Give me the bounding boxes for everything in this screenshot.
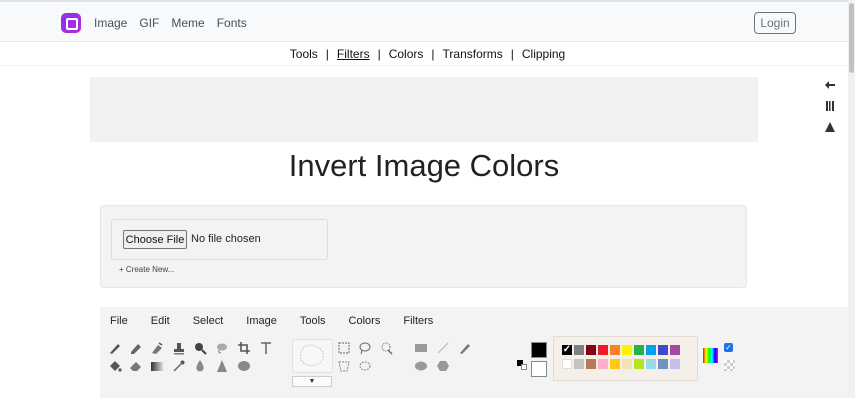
brush-icon[interactable] xyxy=(108,341,122,355)
lasso-fill-icon[interactable] xyxy=(215,341,229,355)
image-logo-icon[interactable] xyxy=(61,13,81,33)
palette-color-cell[interactable] xyxy=(658,345,668,355)
subnav-colors[interactable]: Colors xyxy=(389,47,424,61)
smudge-icon[interactable] xyxy=(237,359,251,373)
page-scrollbar[interactable] xyxy=(848,0,855,398)
palette-color-cell[interactable] xyxy=(622,359,632,369)
rectangle-shape-icon[interactable] xyxy=(414,341,428,355)
palette-color-cell[interactable] xyxy=(622,345,632,355)
main-nav: Image GIF Meme Fonts xyxy=(94,16,247,30)
selected-check-icon: ✓ xyxy=(562,344,572,355)
menu-edit[interactable]: Edit xyxy=(151,315,170,327)
menu-colors[interactable]: Colors xyxy=(349,315,381,327)
palette-color-cell[interactable] xyxy=(658,359,668,369)
expand-options-button[interactable]: ▼ xyxy=(292,376,332,387)
palette-color-cell[interactable]: ✓ xyxy=(562,345,572,355)
clone-stamp-icon[interactable] xyxy=(172,341,186,355)
pencil-icon[interactable] xyxy=(129,341,143,355)
nav-fonts[interactable]: Fonts xyxy=(217,16,247,30)
ad-banner-placeholder xyxy=(90,77,758,142)
subnav-tools[interactable]: Tools xyxy=(290,47,318,61)
pen-shape-icon[interactable] xyxy=(458,341,472,355)
subnav-separator: | xyxy=(510,47,514,61)
editor-menubar: File Edit Select Image Tools Colors Filt… xyxy=(100,307,855,335)
barcode-icon[interactable] xyxy=(823,100,837,121)
eraser-icon[interactable] xyxy=(129,359,143,373)
nav-gif[interactable]: GIF xyxy=(139,16,159,30)
ellipse-shape-icon[interactable] xyxy=(414,359,428,373)
palette-color-cell[interactable] xyxy=(646,359,656,369)
color-palette: ✓ xyxy=(553,336,698,381)
color-picker-icon[interactable] xyxy=(172,359,186,373)
undo-icon[interactable] xyxy=(823,79,837,100)
menu-image[interactable]: Image xyxy=(246,315,277,327)
triangle-icon[interactable] xyxy=(823,121,837,142)
menu-filters[interactable]: Filters xyxy=(403,315,433,327)
image-editor: File Edit Select Image Tools Colors Filt… xyxy=(100,307,855,398)
palette-color-cell[interactable] xyxy=(562,359,572,369)
login-button[interactable]: Login xyxy=(754,12,796,34)
polygon-shape-icon[interactable] xyxy=(436,359,450,373)
palette-color-cell[interactable] xyxy=(634,359,644,369)
palette-color-cell[interactable] xyxy=(610,345,620,355)
scrollbar-thumb[interactable] xyxy=(849,3,854,73)
secondary-color-swatch[interactable] xyxy=(531,361,547,377)
transparent-color-icon[interactable] xyxy=(724,360,735,371)
palette-checkbox[interactable]: ✓ xyxy=(724,343,733,352)
brush-shape-preview[interactable] xyxy=(292,339,333,373)
palette-color-cell[interactable] xyxy=(598,359,608,369)
palette-color-cell[interactable] xyxy=(610,359,620,369)
file-status: No file chosen xyxy=(191,233,261,245)
subnav-transforms[interactable]: Transforms xyxy=(443,47,503,61)
palette-color-cell[interactable] xyxy=(574,359,584,369)
paint-bucket-icon[interactable] xyxy=(108,359,122,373)
blob-shape-icon xyxy=(299,344,325,367)
choose-file-button[interactable]: Choose File xyxy=(123,230,187,249)
ellipse-select-icon[interactable] xyxy=(358,359,372,373)
rect-select-icon[interactable] xyxy=(337,341,351,355)
magic-wand-icon[interactable] xyxy=(379,341,393,355)
crop-icon[interactable] xyxy=(237,341,251,355)
secondary-color-mini[interactable] xyxy=(521,364,527,370)
gradient-icon[interactable] xyxy=(150,359,164,373)
subnav-separator: | xyxy=(325,47,329,61)
palette-color-cell[interactable] xyxy=(586,345,596,355)
category-nav: Tools | Filters | Colors | Transforms | … xyxy=(0,43,855,66)
file-input-box: Choose File No file chosen xyxy=(111,219,328,260)
palette-color-cell[interactable] xyxy=(634,345,644,355)
sharpen-icon[interactable] xyxy=(215,359,229,373)
side-toolbar xyxy=(823,79,837,142)
zoom-icon[interactable] xyxy=(193,341,207,355)
palette-color-cell[interactable] xyxy=(574,345,584,355)
airbrush-icon[interactable] xyxy=(150,341,164,355)
chevron-down-icon: ▼ xyxy=(308,378,316,385)
upload-panel: Choose File No file chosen + Create New.… xyxy=(100,205,747,288)
menu-tools[interactable]: Tools xyxy=(300,315,326,327)
nav-meme[interactable]: Meme xyxy=(171,16,204,30)
polygon-select-icon[interactable] xyxy=(337,359,351,373)
menu-select[interactable]: Select xyxy=(193,315,224,327)
subnav-clipping[interactable]: Clipping xyxy=(522,47,565,61)
palette-color-cell[interactable] xyxy=(670,359,680,369)
palette-color-cell[interactable] xyxy=(598,345,608,355)
palette-color-cell[interactable] xyxy=(646,345,656,355)
custom-color-icon[interactable] xyxy=(703,348,718,363)
palette-color-cell[interactable] xyxy=(670,345,680,355)
subnav-separator: | xyxy=(377,47,381,61)
palette-color-cell[interactable] xyxy=(586,359,596,369)
blur-drop-icon[interactable] xyxy=(193,359,207,373)
menu-file[interactable]: File xyxy=(110,315,128,327)
page-title: Invert Image Colors xyxy=(288,148,560,183)
nav-image[interactable]: Image xyxy=(94,16,127,30)
line-shape-icon[interactable] xyxy=(436,341,450,355)
lasso-select-icon[interactable] xyxy=(358,341,372,355)
subnav-separator: | xyxy=(431,47,435,61)
subnav-filters[interactable]: Filters xyxy=(337,47,370,61)
create-new-link[interactable]: + Create New... xyxy=(119,265,174,274)
text-icon[interactable] xyxy=(259,341,273,355)
primary-color-swatch[interactable] xyxy=(531,342,547,358)
top-navbar: Image GIF Meme Fonts Login xyxy=(0,0,855,42)
